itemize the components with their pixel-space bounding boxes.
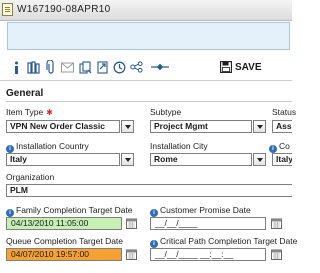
section-title: General bbox=[6, 88, 44, 99]
item-type-label-text: Item Type bbox=[6, 107, 44, 117]
link-icon[interactable] bbox=[96, 60, 109, 74]
family-completion-label: i Family Completion Target Date bbox=[6, 205, 133, 217]
family-completion-label-text: Family Completion Target Date bbox=[16, 205, 133, 215]
installation-country-dropdown-button[interactable] bbox=[121, 153, 134, 166]
save-button[interactable]: SAVE bbox=[220, 60, 262, 74]
critical-path-label: i Critical Path Completion Target Date bbox=[150, 236, 297, 248]
third-column-label: i Co bbox=[269, 141, 290, 153]
customer-promise-label-text: Customer Promise Date bbox=[160, 205, 251, 215]
clock-icon[interactable] bbox=[113, 60, 126, 74]
hierarchy-icon[interactable] bbox=[130, 60, 143, 74]
info-icon[interactable]: i bbox=[150, 209, 158, 217]
item-type-label: Item Type ✱ bbox=[6, 107, 53, 117]
calendar-icon[interactable] bbox=[125, 217, 137, 230]
info-icon[interactable]: i bbox=[6, 145, 14, 153]
calendar-icon[interactable] bbox=[270, 248, 282, 261]
installation-city-label: Installation City bbox=[150, 141, 208, 151]
save-label: SAVE bbox=[235, 61, 262, 73]
third-column-label-text: Co bbox=[279, 141, 290, 151]
installation-city-select[interactable]: Rome bbox=[150, 153, 252, 166]
customer-promise-date-field[interactable]: __/__/____ bbox=[150, 217, 266, 230]
subtype-select[interactable]: Project Mgmt bbox=[150, 120, 252, 133]
mail-icon[interactable] bbox=[61, 60, 74, 74]
copy-icon[interactable] bbox=[79, 60, 92, 74]
installation-city-dropdown-button[interactable] bbox=[253, 153, 266, 166]
critical-path-date-field[interactable]: __/__/____ __:__:__ bbox=[150, 248, 266, 261]
installation-country-select[interactable]: Italy bbox=[6, 153, 120, 166]
header-banner bbox=[7, 22, 290, 50]
organization-field[interactable]: PLM bbox=[6, 184, 292, 197]
calendar-icon[interactable] bbox=[125, 248, 137, 261]
info-icon[interactable]: i bbox=[150, 240, 158, 248]
floppy-disk-icon bbox=[220, 61, 232, 73]
document-icon bbox=[2, 3, 13, 16]
toolbar: SAVE bbox=[0, 54, 292, 80]
info-icon[interactable] bbox=[10, 60, 23, 74]
family-completion-date-field[interactable]: 04/13/2010 11:05:00 bbox=[6, 217, 122, 230]
info-icon[interactable]: i bbox=[6, 209, 14, 217]
window-title: W167190-08APR10 bbox=[17, 4, 111, 15]
third-column-select[interactable]: Italy bbox=[272, 153, 292, 166]
required-marker: ✱ bbox=[46, 108, 53, 117]
calendar-icon[interactable] bbox=[270, 217, 282, 230]
status-label: Status bbox=[272, 107, 297, 117]
subtype-dropdown-button[interactable] bbox=[253, 120, 266, 133]
toolbar-divider bbox=[0, 80, 292, 81]
installation-country-label: i Installation Country bbox=[6, 141, 89, 153]
organization-label: Organization bbox=[6, 172, 55, 182]
attachment-icon[interactable] bbox=[44, 60, 57, 74]
info-icon[interactable]: i bbox=[269, 145, 277, 153]
status-select[interactable]: Assi bbox=[272, 120, 292, 133]
library-icon[interactable] bbox=[27, 60, 40, 74]
dependency-icon[interactable] bbox=[150, 60, 170, 74]
customer-promise-label: i Customer Promise Date bbox=[150, 205, 251, 217]
queue-completion-label: Queue Completion Target Date bbox=[6, 236, 124, 246]
item-type-dropdown-button[interactable] bbox=[121, 120, 134, 133]
item-type-select[interactable]: VPN New Order Classic bbox=[6, 120, 120, 133]
window-title-bar: W167190-08APR10 bbox=[0, 0, 292, 21]
critical-path-label-text: Critical Path Completion Target Date bbox=[160, 236, 298, 246]
queue-completion-date-field[interactable]: 04/07/2010 19:57:00 bbox=[6, 248, 122, 261]
subtype-label: Subtype bbox=[150, 107, 182, 117]
installation-country-label-text: Installation Country bbox=[16, 141, 89, 151]
section-divider bbox=[6, 101, 292, 102]
